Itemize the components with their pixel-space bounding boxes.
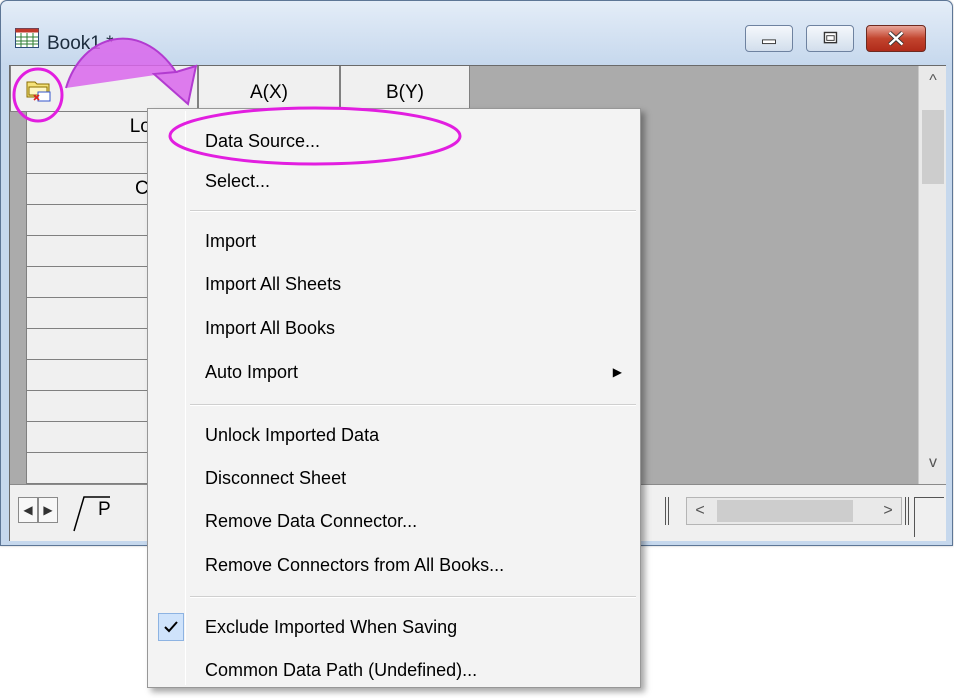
minimize-button[interactable] bbox=[745, 25, 793, 52]
horizontal-scroll-thumb[interactable] bbox=[717, 500, 853, 522]
scroll-up-button[interactable]: ^ bbox=[919, 68, 947, 94]
menu-item-import-all-sheets[interactable]: Import All Sheets bbox=[150, 264, 638, 304]
scroll-left-button[interactable]: < bbox=[687, 498, 713, 524]
corner-header[interactable] bbox=[10, 66, 198, 112]
checkmark-icon bbox=[158, 613, 184, 641]
menu-item-auto-import[interactable]: Auto Import ▶ bbox=[150, 352, 638, 392]
menu-item-label: Disconnect Sheet bbox=[205, 468, 347, 488]
menu-item-common-data-path[interactable]: Common Data Path (Undefined)... bbox=[150, 650, 638, 690]
maximize-button[interactable] bbox=[806, 25, 854, 52]
menu-separator bbox=[190, 596, 636, 598]
menu-separator bbox=[190, 404, 636, 406]
scroll-down-button[interactable]: v bbox=[919, 450, 947, 476]
menu-separator bbox=[190, 210, 636, 212]
menu-item-remove-connectors-all-books[interactable]: Remove Connectors from All Books... bbox=[150, 545, 638, 585]
scroll-right-button[interactable]: > bbox=[875, 498, 901, 524]
horizontal-scrollbar[interactable]: < > bbox=[686, 497, 902, 525]
folder-connector-icon[interactable] bbox=[25, 76, 53, 104]
window-title: Book1 * bbox=[47, 33, 114, 54]
menu-item-label: Import All Books bbox=[205, 318, 336, 338]
worksheet-icon bbox=[15, 28, 39, 48]
menu-item-label: Remove Connectors from All Books... bbox=[205, 555, 505, 575]
menu-item-label: Import All Sheets bbox=[205, 274, 342, 294]
sheet-tab[interactable]: P bbox=[98, 499, 111, 521]
maximize-icon bbox=[823, 31, 838, 44]
scroll-splitter[interactable] bbox=[905, 497, 909, 525]
menu-item-unlock-imported-data[interactable]: Unlock Imported Data bbox=[150, 415, 638, 455]
menu-item-label: Select... bbox=[205, 171, 271, 191]
title-bar[interactable]: Book1 * bbox=[1, 1, 952, 65]
menu-item-import[interactable]: Import bbox=[150, 221, 638, 261]
column-header-a[interactable]: A(X) bbox=[198, 66, 340, 112]
menu-item-label: Remove Data Connector... bbox=[205, 511, 418, 531]
menu-item-label: Unlock Imported Data bbox=[205, 425, 380, 445]
close-button[interactable] bbox=[866, 25, 926, 52]
menu-item-label: Import bbox=[205, 231, 257, 251]
vertical-scroll-thumb[interactable] bbox=[922, 110, 944, 184]
menu-item-select[interactable]: Select... bbox=[150, 161, 638, 201]
column-header-b[interactable]: B(Y) bbox=[340, 66, 470, 112]
menu-item-import-all-books[interactable]: Import All Books bbox=[150, 308, 638, 348]
resize-grip[interactable] bbox=[914, 497, 944, 537]
minimize-icon bbox=[762, 39, 776, 45]
menu-item-label: Exclude Imported When Saving bbox=[205, 617, 458, 637]
menu-item-exclude-imported-when-saving[interactable]: Exclude Imported When Saving bbox=[150, 607, 638, 647]
close-icon bbox=[888, 30, 904, 47]
menu-item-label: Auto Import bbox=[205, 362, 299, 382]
prev-sheet-button[interactable]: ◀ bbox=[18, 497, 38, 523]
menu-item-label: Common Data Path (Undefined)... bbox=[205, 660, 478, 680]
tab-splitter[interactable] bbox=[665, 497, 669, 525]
submenu-arrow-icon: ▶ bbox=[612, 365, 622, 379]
vertical-scrollbar[interactable]: ^ v bbox=[918, 66, 946, 484]
menu-item-data-source[interactable]: Data Source... bbox=[150, 121, 638, 161]
next-sheet-button[interactable]: ▶ bbox=[38, 497, 58, 523]
menu-item-remove-data-connector[interactable]: Remove Data Connector... bbox=[150, 501, 638, 541]
menu-item-disconnect-sheet[interactable]: Disconnect Sheet bbox=[150, 458, 638, 498]
menu-item-label: Data Source... bbox=[205, 131, 321, 151]
context-menu: Data Source... Select... Import Import A… bbox=[147, 108, 641, 688]
